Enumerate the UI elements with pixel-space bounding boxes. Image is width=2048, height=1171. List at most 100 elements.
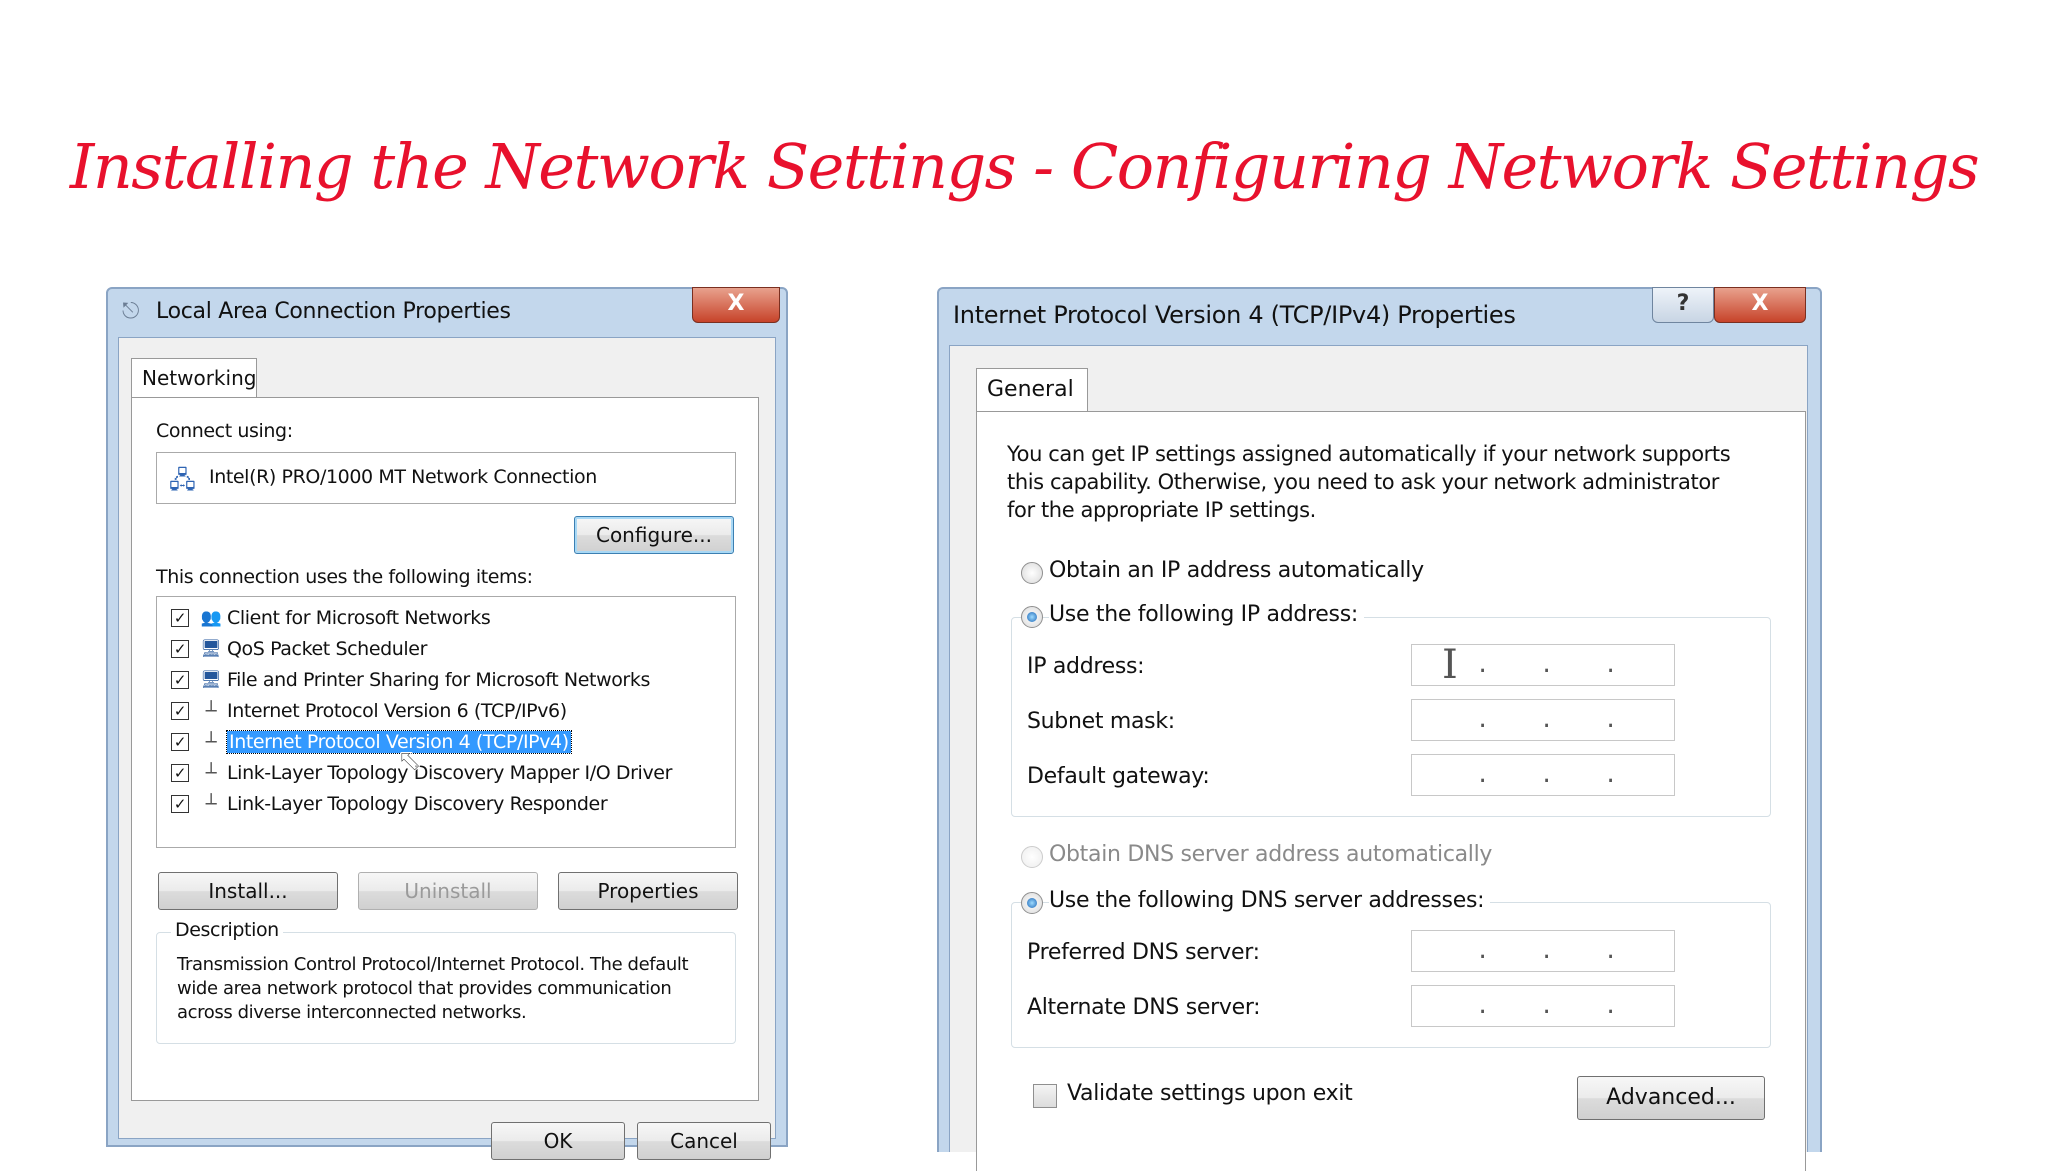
adapter-icon: 🖧 [169, 466, 196, 494]
use-dns-label: Use the following DNS server addresses: [1049, 888, 1491, 913]
ip-dot: . [1540, 763, 1554, 788]
list-item[interactable]: ✓ ┴ Link-Layer Topology Discovery Respon… [171, 789, 608, 819]
ok-button[interactable]: OK [491, 1122, 625, 1160]
ipv4-properties-dialog: Internet Protocol Version 4 (TCP/IPv4) P… [937, 287, 1822, 1171]
list-item[interactable]: ✓ ┴ Internet Protocol Version 6 (TCP/IPv… [171, 696, 567, 726]
item-label: Link-Layer Topology Discovery Responder [227, 793, 608, 815]
ip-dot: . [1476, 653, 1490, 678]
protocol-icon: ┴ [205, 731, 217, 753]
default-gateway-input[interactable]: . . . [1411, 754, 1675, 796]
file-sharing-icon: 🖥 [200, 670, 222, 690]
configure-button[interactable]: Configure... [574, 516, 734, 554]
description-text: Transmission Control Protocol/Internet P… [177, 953, 689, 1025]
ip-dot: . [1476, 939, 1490, 964]
description-group: Description Transmission Control Protoco… [156, 919, 736, 1044]
ip-dot: . [1604, 939, 1618, 964]
uninstall-button[interactable]: Uninstall [358, 872, 538, 910]
lan-dialog-title: Local Area Connection Properties [156, 299, 511, 324]
lan-properties-dialog: ⎋ Local Area Connection Properties X Net… [106, 287, 788, 1160]
slide-title: Installing the Network Settings - Config… [69, 130, 1980, 203]
obtain-dns-label: Obtain DNS server address automatically [1049, 842, 1493, 867]
preferred-dns-label: Preferred DNS server: [1027, 940, 1260, 965]
preferred-dns-input[interactable]: . . . [1411, 930, 1675, 972]
lan-dialog-client: Networking Connect using: 🖧 Intel(R) PRO… [118, 337, 776, 1160]
protocol-icon: ┴ [205, 762, 217, 784]
intro-text: You can get IP settings assigned automat… [1007, 440, 1731, 524]
intro-line: for the appropriate IP settings. [1007, 498, 1316, 522]
list-item[interactable]: ✓ 🖥 QoS Packet Scheduler [171, 634, 427, 664]
description-line: across diverse interconnected networks. [177, 1002, 527, 1023]
ip-dot: . [1604, 763, 1618, 788]
protocol-icon: ┴ [205, 700, 217, 722]
lan-close-button[interactable]: X [692, 287, 780, 323]
list-item[interactable]: ✓ 👥 Client for Microsoft Networks [171, 603, 491, 633]
default-gateway-label: Default gateway: [1027, 764, 1210, 789]
connect-using-label: Connect using: [156, 420, 293, 442]
ip-dot: . [1540, 939, 1554, 964]
cancel-button[interactable]: Cancel [637, 1122, 771, 1160]
item-checkbox[interactable]: ✓ [171, 795, 189, 813]
intro-line: You can get IP settings assigned automat… [1007, 442, 1731, 466]
network-adapter-icon: ⎋ [122, 299, 140, 324]
list-item[interactable]: ✓ 🖥 File and Printer Sharing for Microso… [171, 665, 650, 695]
ip-dot: . [1476, 763, 1490, 788]
install-button[interactable]: Install... [158, 872, 338, 910]
ip-address-input[interactable]: . . . I [1411, 644, 1675, 686]
use-dns-radio[interactable] [1021, 892, 1043, 914]
item-checkbox[interactable]: ✓ [171, 764, 189, 782]
use-ip-radio[interactable] [1021, 606, 1043, 628]
mouse-pointer-icon: ⬁ [396, 743, 423, 779]
adapter-name: Intel(R) PRO/1000 MT Network Connection [209, 466, 597, 488]
item-checkbox[interactable]: ✓ [171, 609, 189, 627]
item-checkbox[interactable]: ✓ [171, 640, 189, 658]
ip-dot: . [1476, 708, 1490, 733]
tab-general[interactable]: General [976, 368, 1088, 412]
alternate-dns-label: Alternate DNS server: [1027, 995, 1261, 1020]
item-checkbox[interactable]: ✓ [171, 671, 189, 689]
ip-dot: . [1604, 708, 1618, 733]
items-label: This connection uses the following items… [156, 566, 533, 588]
obtain-ip-radio[interactable] [1021, 562, 1043, 584]
item-checkbox[interactable]: ✓ [171, 702, 189, 720]
advanced-button[interactable]: Advanced... [1577, 1076, 1765, 1120]
ipv4-dialog-client: General You can get IP settings assigned… [949, 345, 1808, 1171]
ip-dot: . [1604, 994, 1618, 1019]
network-client-icon: 👥 [200, 608, 222, 628]
subnet-mask-label: Subnet mask: [1027, 709, 1175, 734]
item-label: QoS Packet Scheduler [227, 638, 427, 660]
obtain-ip-label: Obtain an IP address automatically [1049, 558, 1424, 583]
subnet-mask-input[interactable]: . . . [1411, 699, 1675, 741]
general-panel: You can get IP settings assigned automat… [976, 411, 1806, 1171]
adapter-field: 🖧 Intel(R) PRO/1000 MT Network Connectio… [156, 452, 736, 504]
validate-checkbox[interactable] [1033, 1084, 1057, 1108]
list-item[interactable]: ✓ ┴ Internet Protocol Version 4 (TCP/IPv… [171, 727, 572, 757]
qos-scheduler-icon: 🖥 [200, 639, 222, 659]
ip-dot: . [1540, 994, 1554, 1019]
ipv4-dialog-title: Internet Protocol Version 4 (TCP/IPv4) P… [953, 301, 1516, 329]
item-label: Internet Protocol Version 6 (TCP/IPv6) [227, 700, 567, 722]
ip-dot: . [1540, 653, 1554, 678]
ip-dot: . [1540, 708, 1554, 733]
description-label: Description [171, 919, 283, 941]
use-ip-label: Use the following IP address: [1049, 602, 1364, 627]
intro-line: this capability. Otherwise, you need to … [1007, 470, 1720, 494]
ipv4-dialog-titlebar[interactable]: Internet Protocol Version 4 (TCP/IPv4) P… [939, 287, 1820, 339]
item-label: Link-Layer Topology Discovery Mapper I/O… [227, 762, 672, 784]
description-line: Transmission Control Protocol/Internet P… [177, 954, 689, 975]
item-checkbox[interactable]: ✓ [171, 733, 189, 751]
alternate-dns-input[interactable]: . . . [1411, 985, 1675, 1027]
networking-panel: Connect using: 🖧 Intel(R) PRO/1000 MT Ne… [131, 397, 759, 1101]
description-line: wide area network protocol that provides… [177, 978, 672, 999]
help-button[interactable]: ? [1652, 287, 1714, 323]
protocol-icon: ┴ [205, 793, 217, 815]
item-label: Client for Microsoft Networks [227, 607, 491, 629]
properties-button[interactable]: Properties [558, 872, 738, 910]
item-label: File and Printer Sharing for Microsoft N… [227, 669, 650, 691]
ip-dot: . [1604, 653, 1618, 678]
items-list[interactable]: ✓ 👥 Client for Microsoft Networks ✓ 🖥 Qo… [156, 596, 736, 848]
obtain-dns-radio[interactable] [1021, 846, 1043, 868]
ipv4-close-button[interactable]: X [1714, 287, 1806, 323]
lan-dialog-titlebar[interactable]: ⎋ Local Area Connection Properties X [108, 287, 786, 339]
ip-dot: . [1476, 994, 1490, 1019]
tab-networking[interactable]: Networking [131, 358, 257, 398]
